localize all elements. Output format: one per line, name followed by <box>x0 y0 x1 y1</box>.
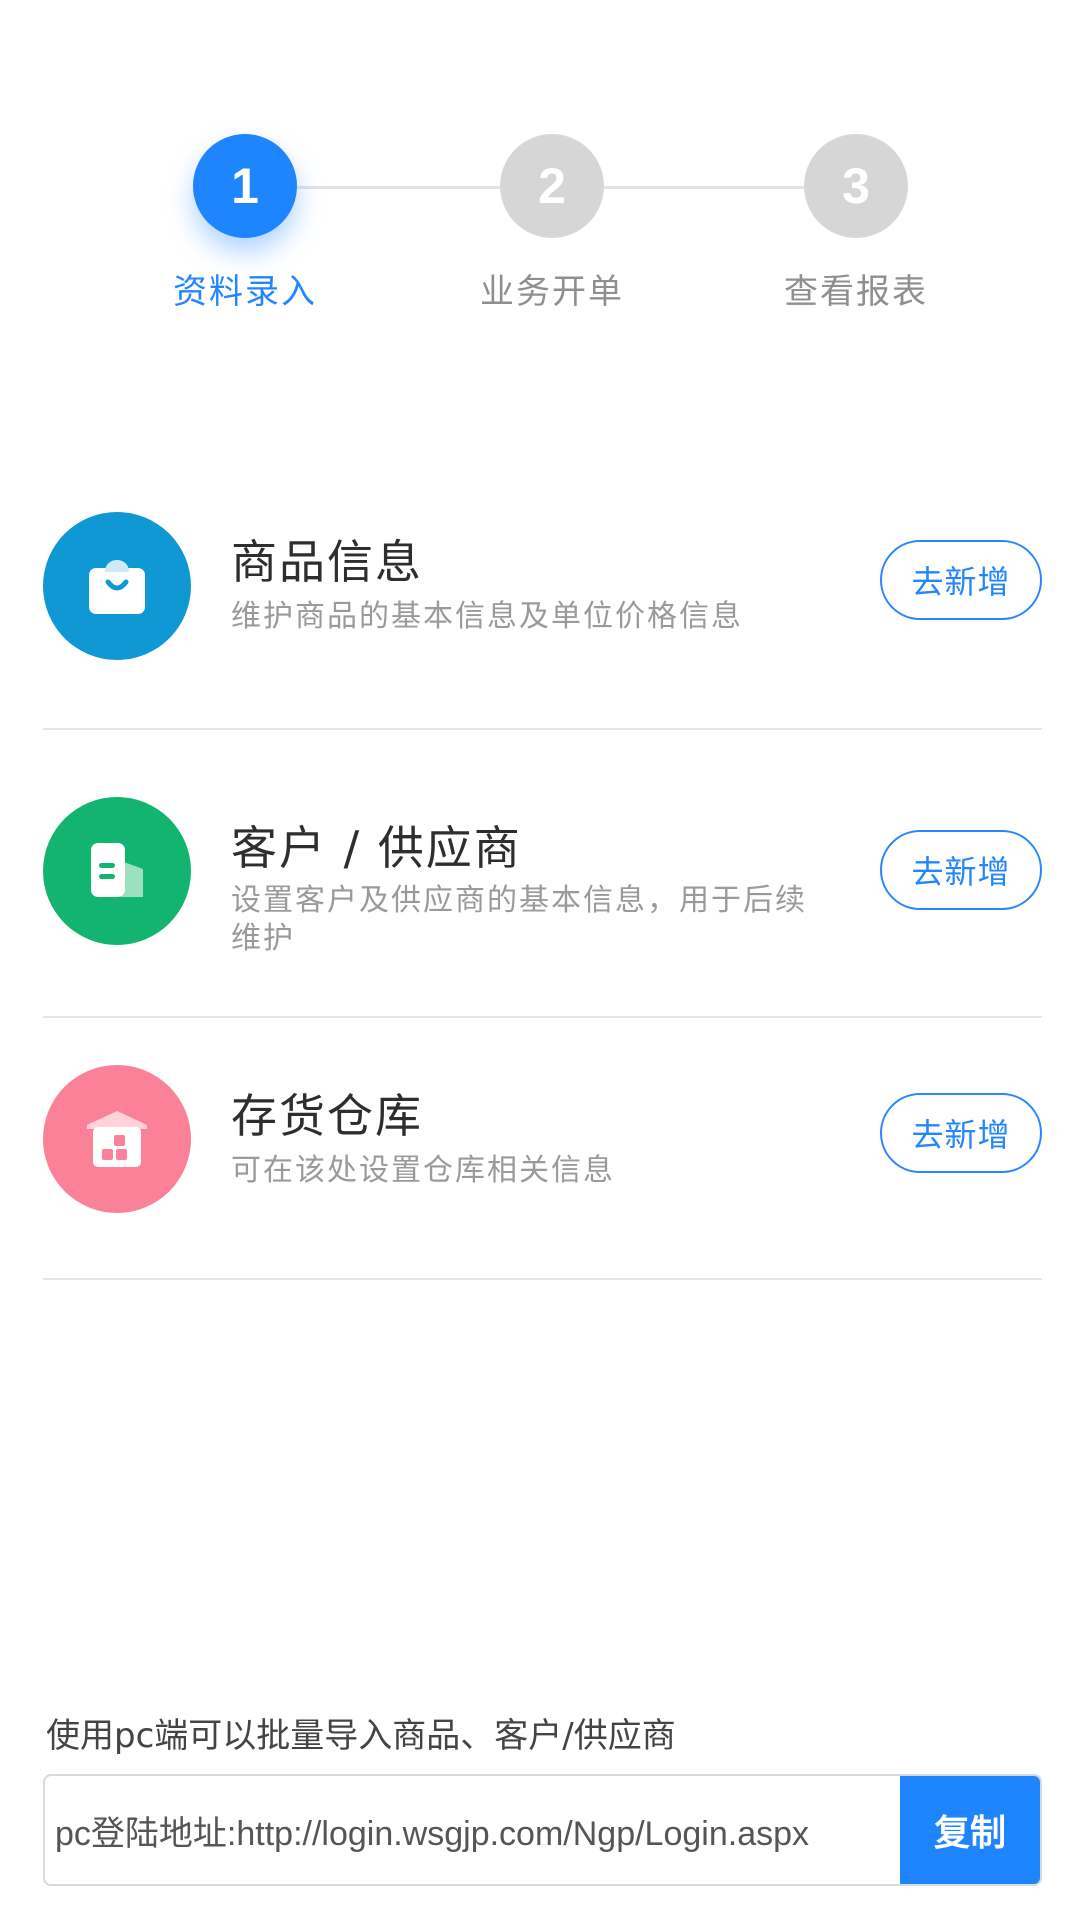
warehouse-icon <box>43 1065 191 1213</box>
item-title: 存货仓库 <box>231 1089 423 1143</box>
progress-stepper: 1 资料录入 2 业务开单 3 查看报表 <box>0 0 1080 340</box>
import-tip: 使用pc端可以批量导入商品、客户/供应商 <box>46 1716 676 1756</box>
list-item-warehouse: 存货仓库 可在该处设置仓库相关信息 去新增 <box>43 1018 1042 1280</box>
item-description: 可在该处设置仓库相关信息 <box>231 1153 615 1188</box>
step-label: 业务开单 <box>480 272 624 312</box>
list-item-product-info: 商品信息 维护商品的基本信息及单位价格信息 去新增 <box>43 470 1042 730</box>
list-item-customer-supplier: 客户 / 供应商 设置客户及供应商的基本信息，用于后续维护 去新增 <box>43 730 1042 1018</box>
step-number: 2 <box>500 134 604 238</box>
item-description: 维护商品的基本信息及单位价格信息 <box>231 599 743 634</box>
step-number: 3 <box>804 134 908 238</box>
step-2[interactable]: 2 业务开单 <box>402 134 702 313</box>
step-label: 资料录入 <box>173 272 317 312</box>
step-number: 1 <box>193 134 297 238</box>
step-label: 查看报表 <box>784 272 928 312</box>
step-3[interactable]: 3 查看报表 <box>706 134 1006 313</box>
step-1[interactable]: 1 资料录入 <box>95 134 395 313</box>
setup-guide-page: 1 资料录入 2 业务开单 3 查看报表 商品信息 维护商品的基本信息及单位价格… <box>0 0 1080 1920</box>
add-product-button[interactable]: 去新增 <box>880 540 1042 620</box>
login-url-text[interactable]: pc登陆地址:http://login.wsgjp.com/Ngp/Login.… <box>55 1776 935 1884</box>
shopping-bag-icon <box>43 512 191 660</box>
item-title: 商品信息 <box>231 535 423 589</box>
add-customer-button[interactable]: 去新增 <box>880 830 1042 910</box>
item-title: 客户 / 供应商 <box>231 821 522 875</box>
item-description: 设置客户及供应商的基本信息，用于后续维护 <box>231 883 807 956</box>
login-url-box: pc登陆地址:http://login.wsgjp.com/Ngp/Login.… <box>43 1774 1042 1886</box>
copy-button[interactable]: 复制 <box>900 1776 1040 1884</box>
add-warehouse-button[interactable]: 去新增 <box>880 1093 1042 1173</box>
building-icon <box>43 797 191 945</box>
